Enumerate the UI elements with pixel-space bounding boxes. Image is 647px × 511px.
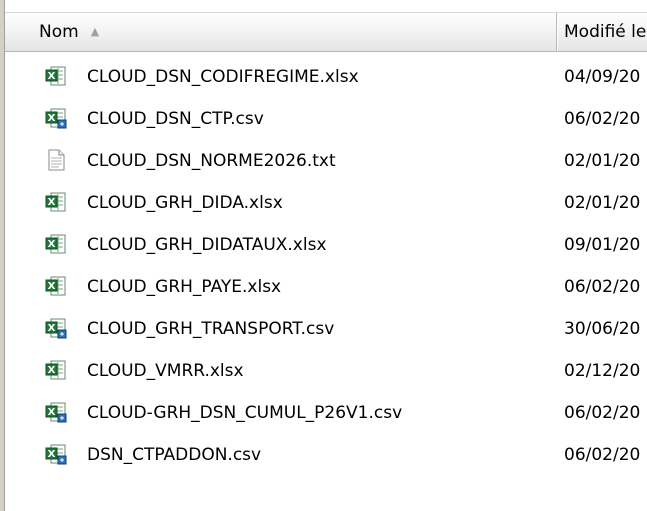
excel-icon: X xyxy=(45,359,67,381)
file-row[interactable]: X CLOUD_GRH_PAYE.xlsx 06/02/20 xyxy=(5,266,647,308)
file-explorer-window: Nom ▲ Modifié le X CLOUD_DSN_CODIFREGIME.x… xyxy=(0,0,647,511)
file-modified-date: 06/02/20 xyxy=(564,109,641,129)
svg-text:X: X xyxy=(48,449,56,460)
file-modified-date: 06/02/20 xyxy=(564,403,641,423)
csv-icon: X xyxy=(45,443,67,465)
file-row[interactable]: X CLOUD_GRH_TRANSPORT.csv 30/06/20 xyxy=(5,308,647,350)
file-name: CLOUD_GRH_TRANSPORT.csv xyxy=(87,319,335,339)
column-header-name-label: Nom xyxy=(39,22,79,42)
file-modified-date: 02/01/20 xyxy=(564,151,641,171)
file-list: X CLOUD_DSN_CODIFREGIME.xlsx 04/09/20 X CLOU… xyxy=(5,56,647,476)
file-modified-date: 02/01/20 xyxy=(564,193,641,213)
column-header-modified-label: Modifié le xyxy=(564,22,647,42)
file-name: CLOUD_GRH_DIDATAUX.xlsx xyxy=(87,235,327,255)
column-header-bar: Nom ▲ Modifié le xyxy=(5,12,647,52)
column-header-modified[interactable]: Modifié le xyxy=(558,13,647,51)
svg-text:X: X xyxy=(48,407,56,418)
csv-icon: X xyxy=(45,317,67,339)
file-name: CLOUD_DSN_CTP.csv xyxy=(87,109,264,129)
excel-icon: X xyxy=(45,275,67,297)
excel-icon: X xyxy=(45,233,67,255)
excel-icon: X xyxy=(45,191,67,213)
text-file-icon xyxy=(45,149,67,171)
svg-text:X: X xyxy=(48,113,56,124)
csv-icon: X xyxy=(45,401,67,423)
file-name: CLOUD_GRH_PAYE.xlsx xyxy=(87,277,282,297)
file-name: CLOUD_DSN_CODIFREGIME.xlsx xyxy=(87,67,359,87)
file-name: CLOUD_VMRR.xlsx xyxy=(87,361,244,381)
file-modified-date: 02/12/20 xyxy=(564,361,641,381)
file-modified-date: 06/02/20 xyxy=(564,277,641,297)
file-row[interactable]: X CLOUD_DSN_CTP.csv 06/02/20 xyxy=(5,98,647,140)
file-modified-date: 09/01/20 xyxy=(564,235,641,255)
csv-icon: X xyxy=(45,107,67,129)
file-modified-date: 04/09/20 xyxy=(564,67,641,87)
svg-text:X: X xyxy=(48,197,56,208)
file-row[interactable]: X DSN_CTPADDON.csv 06/02/20 xyxy=(5,434,647,476)
svg-text:X: X xyxy=(48,281,56,292)
file-name: CLOUD_GRH_DIDA.xlsx xyxy=(87,193,283,213)
excel-icon: X xyxy=(45,65,67,87)
file-row[interactable]: X CLOUD_DSN_CODIFREGIME.xlsx 04/09/20 xyxy=(5,56,647,98)
file-name: DSN_CTPADDON.csv xyxy=(87,445,262,465)
svg-text:X: X xyxy=(48,71,56,82)
file-row[interactable]: X CLOUD_GRH_DIDATAUX.xlsx 09/01/20 xyxy=(5,224,647,266)
svg-text:X: X xyxy=(48,239,56,250)
file-row[interactable]: X CLOUD-GRH_DSN_CUMUL_P26V1.csv 06/02/20 xyxy=(5,392,647,434)
file-modified-date: 06/02/20 xyxy=(564,445,641,465)
file-name: CLOUD_DSN_NORME2026.txt xyxy=(87,151,336,171)
file-row[interactable]: CLOUD_DSN_NORME2026.txt 02/01/20 xyxy=(5,140,647,182)
file-row[interactable]: X CLOUD_VMRR.xlsx 02/12/20 xyxy=(5,350,647,392)
column-header-name[interactable]: Nom ▲ xyxy=(5,13,556,51)
sort-ascending-icon: ▲ xyxy=(90,25,100,38)
file-modified-date: 30/06/20 xyxy=(564,319,641,339)
file-name: CLOUD-GRH_DSN_CUMUL_P26V1.csv xyxy=(87,403,403,423)
svg-text:X: X xyxy=(48,365,56,376)
svg-text:X: X xyxy=(48,323,56,334)
file-row[interactable]: X CLOUD_GRH_DIDA.xlsx 02/01/20 xyxy=(5,182,647,224)
